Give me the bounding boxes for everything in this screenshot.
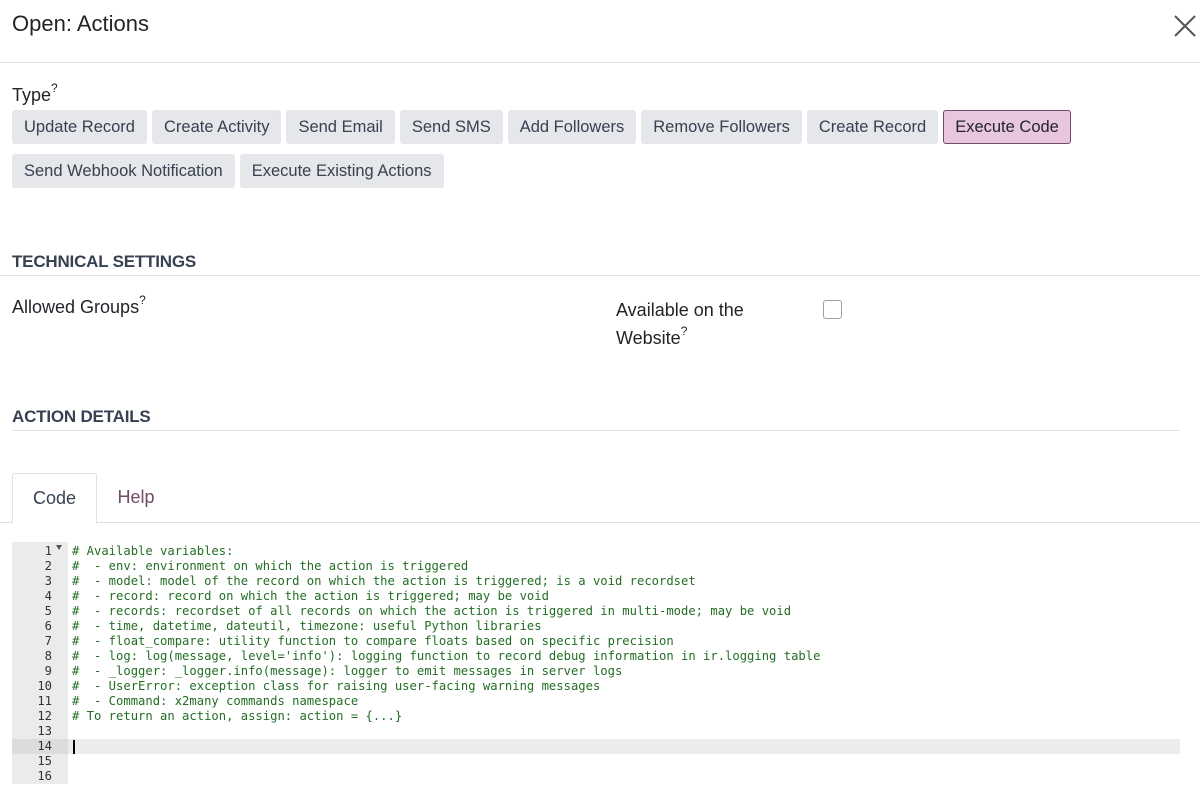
type-option-update-record[interactable]: Update Record — [12, 110, 147, 144]
line-number: 5 — [44, 604, 52, 618]
website-label-line1: Available on the — [616, 300, 744, 320]
action-details-tabs: Code Help — [0, 473, 1200, 524]
available-on-website-label: Available on the Website? — [616, 296, 796, 352]
line-number: 16 — [37, 769, 52, 783]
code-line[interactable]: # - time, datetime, dateutil, timezone: … — [68, 619, 1180, 634]
type-options-row-2: Send Webhook Notification Execute Existi… — [12, 154, 444, 188]
type-option-execute-existing-actions[interactable]: Execute Existing Actions — [239, 154, 444, 188]
line-number: 15 — [37, 754, 52, 768]
allowed-groups-help-icon[interactable]: ? — [139, 293, 146, 307]
type-option-add-followers[interactable]: Add Followers — [507, 110, 637, 144]
action-details-divider — [12, 430, 1180, 431]
line-number: 7 — [44, 634, 52, 648]
dialog-title: Open: Actions — [12, 11, 149, 36]
type-label: Type? — [12, 82, 58, 106]
line-number: 3 — [44, 574, 52, 588]
type-option-send-email[interactable]: Send Email — [286, 110, 395, 144]
allowed-groups-label-text: Allowed Groups — [12, 297, 140, 317]
type-option-create-activity[interactable]: Create Activity — [151, 110, 282, 144]
line-number-gutter: 1 2 3 4 5 6 7 8 9 10 11 12 13 14 15 16 — [12, 542, 68, 784]
allowed-groups-label: Allowed Groups? — [12, 294, 146, 318]
code-line[interactable]: # - env: environment on which the action… — [68, 559, 1180, 574]
dialog-header: Open: Actions — [0, 0, 1200, 63]
close-icon[interactable] — [1172, 13, 1198, 39]
type-option-remove-followers[interactable]: Remove Followers — [641, 110, 802, 144]
text-cursor — [73, 740, 75, 754]
code-editor[interactable]: 1 2 3 4 5 6 7 8 9 10 11 12 13 14 15 16 # Available vari… — [12, 542, 1180, 784]
line-number: 9 — [44, 664, 52, 678]
available-on-website-checkbox[interactable] — [823, 300, 842, 319]
code-line[interactable] — [68, 769, 1180, 784]
line-number: 12 — [37, 709, 52, 723]
code-line[interactable]: # - float_compare: utility function to c… — [68, 634, 1180, 649]
fold-toggle-icon[interactable] — [56, 545, 62, 550]
type-help-icon[interactable]: ? — [51, 81, 58, 95]
line-number: 10 — [37, 679, 52, 693]
type-label-text: Type — [12, 85, 52, 105]
code-line[interactable]: # - records: recordset of all records on… — [68, 604, 1180, 619]
code-line[interactable] — [68, 724, 1180, 739]
type-option-create-record[interactable]: Create Record — [806, 110, 939, 144]
line-number: 14 — [12, 739, 68, 754]
line-number: 11 — [37, 694, 52, 708]
line-number: 2 — [44, 559, 52, 573]
code-line[interactable]: # - _logger: _logger.info(message): logg… — [68, 664, 1180, 679]
tab-code[interactable]: Code — [12, 473, 97, 524]
website-help-icon[interactable]: ? — [681, 324, 688, 338]
line-number: 13 — [37, 724, 52, 738]
type-option-execute-code[interactable]: Execute Code — [943, 110, 1071, 144]
code-line[interactable] — [68, 739, 1180, 754]
code-line[interactable]: # - Command: x2many commands namespace — [68, 694, 1180, 709]
website-label-line2: Website — [616, 328, 681, 348]
tab-help[interactable]: Help — [103, 473, 169, 523]
technical-settings-divider — [0, 275, 1200, 276]
line-number: 4 — [44, 589, 52, 603]
code-line[interactable]: # To return an action, assign: action = … — [68, 709, 1180, 724]
code-content[interactable]: # Available variables: # - env: environme… — [68, 542, 1180, 784]
type-option-send-webhook-notification[interactable]: Send Webhook Notification — [12, 154, 235, 188]
type-options-row-1: Update Record Create Activity Send Email… — [12, 110, 1071, 144]
technical-settings-title: TECHNICAL SETTINGS — [12, 252, 197, 271]
type-option-send-sms[interactable]: Send SMS — [399, 110, 503, 144]
line-number: 1 — [44, 544, 52, 558]
code-line[interactable]: # - model: model of the record on which … — [68, 574, 1180, 589]
code-line[interactable] — [68, 754, 1180, 769]
line-number: 8 — [44, 649, 52, 663]
line-number: 6 — [44, 619, 52, 633]
action-details-title: ACTION DETAILS — [12, 407, 151, 426]
code-line[interactable]: # - record: record on which the action i… — [68, 589, 1180, 604]
code-line[interactable]: # Available variables: — [68, 544, 1180, 559]
code-line[interactable]: # - UserError: exception class for raisi… — [68, 679, 1180, 694]
code-line[interactable]: # - log: log(message, level='info'): log… — [68, 649, 1180, 664]
